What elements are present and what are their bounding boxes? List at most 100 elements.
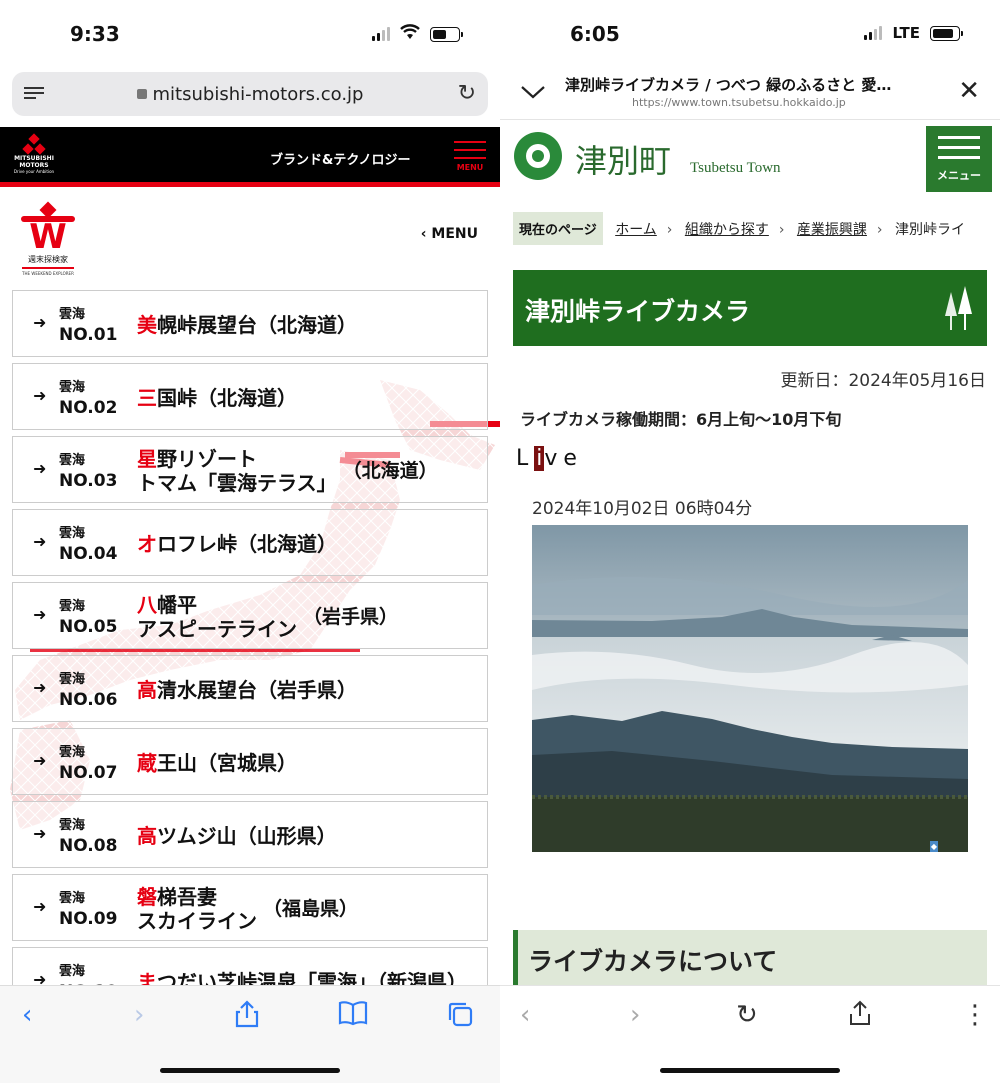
tabs-icon[interactable] [446, 1000, 474, 1035]
close-icon[interactable]: ✕ [958, 76, 980, 106]
network-type: LTE [892, 24, 920, 42]
reload-icon[interactable]: ↻ [736, 1000, 758, 1030]
weekend-explorer-mark-icon: W [17, 201, 79, 254]
arrow-right-icon: ➜ [33, 459, 47, 478]
cellular-signal-icon [864, 26, 883, 40]
safari-toolbar: ‹ › [0, 985, 500, 1083]
camera-timestamp: 2024年10月02日 06時04分 [532, 499, 753, 519]
spot-title: 高ツムジ山（山形県） [137, 823, 337, 848]
bookmarks-icon[interactable] [338, 1000, 368, 1033]
logo-line2: MOTORS [19, 162, 49, 169]
page-url: https://www.town.tsubetsu.hokkaido.jp [632, 96, 846, 109]
cellular-signal-icon [372, 27, 390, 41]
live-camera-image[interactable]: ◆ [532, 525, 968, 852]
spot-number: 雲海 NO.08 [59, 818, 118, 856]
breadcrumb-separator-icon: › [778, 222, 785, 238]
safari-window: 9:33 mitsubishi-motors.co.jp ↻ MITSUBISH… [0, 0, 500, 1083]
unkai-spot-list: ➜ 雲海 NO.01 美幌峠展望台（北海道） ➜ 雲海 NO.02 三国峠（北海道） ➜ 雲海 NO… [12, 290, 488, 1020]
section-heading: ライブカメラについて [528, 947, 778, 976]
spot-number: 雲海 NO.04 [59, 526, 118, 564]
spot-list-item[interactable]: ➜ 雲海 NO.04 オロフレ峠（北海道） [12, 509, 488, 576]
spot-list-item[interactable]: ➜ 雲海 NO.03 星野リゾート トマム「雲海テラス」 （北海道） [12, 436, 488, 503]
tsubetsu-emblem-icon[interactable] [514, 132, 562, 180]
logo-line1: MITSUBISHI [14, 155, 54, 162]
spot-number: 雲海 NO.02 [59, 380, 118, 418]
spot-number: 雲海 NO.06 [59, 672, 118, 710]
breadcrumb-separator-icon: › [876, 222, 883, 238]
three-diamonds-icon [22, 133, 46, 155]
forward-button[interactable]: › [134, 1000, 144, 1030]
back-button[interactable]: ‹ [520, 1000, 530, 1030]
logo-subtext: THE WEEKEND EXPLORER [22, 271, 74, 276]
url-text: mitsubishi-motors.co.jp [152, 84, 364, 105]
chevron-down-icon[interactable] [520, 78, 546, 106]
back-button[interactable]: ‹ [22, 1000, 32, 1030]
page-heading: 津別峠ライブカメラ [525, 297, 751, 326]
live-label: Live [516, 446, 583, 471]
spot-number: 雲海 NO.03 [59, 453, 118, 491]
spot-title: 三国峠（北海道） [137, 385, 297, 410]
logo-tagline: Drive your Ambition [13, 169, 55, 174]
spot-list-item[interactable]: ➜ 雲海 NO.08 高ツムジ山（山形県） [12, 801, 488, 868]
mitsubishi-logo[interactable]: MITSUBISHI MOTORS Drive your Ambition [12, 133, 56, 174]
site-menu-button[interactable]: メニュー [926, 126, 992, 192]
breadcrumb-organization[interactable]: 組織から探す [685, 222, 769, 238]
spot-number: 雲海 NO.05 [59, 599, 118, 637]
spot-list-item[interactable]: ➜ 雲海 NO.02 三国峠（北海道） [12, 363, 488, 430]
site-header: MITSUBISHI MOTORS Drive your Ambition ブラ… [0, 127, 500, 187]
arrow-right-icon: ➜ [33, 532, 47, 551]
site-menu-label: メニュー [937, 169, 981, 182]
share-icon[interactable] [848, 1000, 872, 1033]
spot-number: 雲海 NO.01 [59, 307, 118, 345]
status-time: 6:05 [570, 22, 620, 46]
share-icon[interactable] [234, 1000, 260, 1035]
spot-list-item[interactable]: ➜ 雲海 NO.05 八幡平 アスピーテライン （岩手県） [12, 582, 488, 649]
arrow-right-icon: ➜ [33, 313, 47, 332]
breadcrumb-industry[interactable]: 産業振興課 [797, 222, 867, 238]
page-heading-banner: 津別峠ライブカメラ [513, 270, 987, 346]
arrow-right-icon: ➜ [33, 386, 47, 405]
camera-watermark-icon: ◆ [929, 841, 938, 852]
back-to-menu-link[interactable]: ‹ MENU [421, 226, 478, 242]
spot-list-item[interactable]: ➜ 雲海 NO.01 美幌峠展望台（北海道） [12, 290, 488, 357]
spot-list-item[interactable]: ➜ 雲海 NO.07 蔵王山（宮城県） [12, 728, 488, 795]
status-time: 9:33 [70, 22, 120, 46]
chevron-left-icon: ‹ [420, 226, 432, 242]
spot-title: オロフレ峠（北海道） [137, 531, 337, 556]
address-bar[interactable]: mitsubishi-motors.co.jp ↻ [12, 72, 488, 116]
menu-label: MENU [456, 163, 484, 172]
nav-brand-technology[interactable]: ブランド&テクノロジー [270, 149, 411, 168]
weekend-explorer-logo[interactable]: W 週末探検家 THE WEEKEND EXPLORER [16, 201, 80, 276]
operation-period: ライブカメラ稼働期間：6月上旬〜10月下旬 [520, 410, 842, 429]
status-bar: 6:05 LTE [500, 0, 1000, 66]
spot-title: 蔵王山（宮城県） [137, 750, 297, 775]
breadcrumb-current: 津別峠ライ [894, 222, 965, 238]
spot-list-item[interactable]: ➜ 雲海 NO.06 高清水展望台（岩手県） [12, 655, 488, 722]
spot-title: 星野リゾート トマム「雲海テラス」 （北海道） [137, 446, 438, 495]
battery-icon [430, 26, 463, 42]
reload-icon[interactable]: ↻ [458, 81, 476, 106]
site-name[interactable]: 津別町 [575, 136, 671, 182]
lock-icon [136, 89, 147, 99]
home-indicator [160, 1068, 340, 1073]
breadcrumb-separator-icon: › [666, 222, 673, 238]
section-heading-box: ライブカメラについて [513, 930, 987, 986]
browser-window: 6:05 LTE 津別峠ライブカメラ / つべつ 緑のふるさと 愛… https… [500, 0, 1000, 1083]
more-options-icon[interactable]: ⋮ [962, 1000, 988, 1030]
wifi-icon [400, 24, 420, 44]
breadcrumb: 現在のページ ホーム › 組織から探す › 産業振興課 › 津別峠ライ [513, 212, 1000, 246]
spot-title: 高清水展望台（岩手県） [137, 677, 357, 702]
spot-title: 美幌峠展望台（北海道） [137, 312, 357, 337]
status-bar: 9:33 [0, 0, 500, 66]
spot-number: 雲海 NO.07 [59, 745, 118, 783]
status-icons [372, 24, 463, 44]
hamburger-menu-button[interactable]: MENU [454, 141, 486, 172]
breadcrumb-home[interactable]: ホーム [615, 222, 657, 238]
arrow-right-icon: ➜ [33, 605, 47, 624]
forward-button[interactable]: › [630, 1000, 640, 1030]
site-name-roman: Tsubetsu Town [690, 160, 781, 176]
page-title-text: 津別峠ライブカメラ / つべつ 緑のふるさと 愛… [565, 76, 892, 94]
browser-toolbar: ‹ › ↻ ⋮ [500, 985, 1000, 1083]
spot-title: 磐梯吾妻 スカイライン （福島県） [137, 884, 359, 933]
spot-list-item[interactable]: ➜ 雲海 NO.09 磐梯吾妻 スカイライン （福島県） [12, 874, 488, 941]
